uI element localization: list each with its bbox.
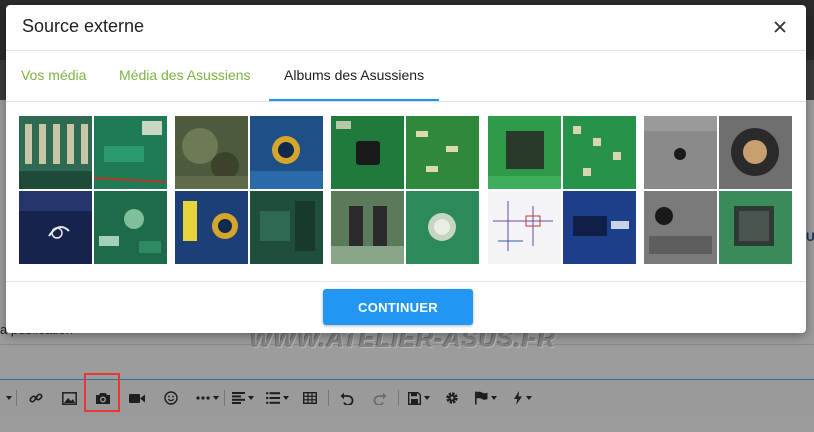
modal-footer: CONTINUER xyxy=(6,282,806,333)
background-right-text: U xyxy=(806,230,814,244)
album-tile[interactable] xyxy=(644,116,792,264)
album-thumbnail xyxy=(563,116,636,189)
flag-icon[interactable] xyxy=(470,382,500,414)
album-thumbnail xyxy=(94,191,167,264)
video-icon[interactable] xyxy=(127,382,147,414)
album-thumbnail xyxy=(94,116,167,189)
album-thumbnail xyxy=(19,191,92,264)
album-tile[interactable] xyxy=(331,116,479,264)
album-thumbnail xyxy=(250,116,323,189)
album-thumbnail xyxy=(406,191,479,264)
external-source-modal: Source externe Vos média Média des Asuss… xyxy=(6,5,806,333)
image-icon[interactable] xyxy=(59,382,79,414)
bolt-icon[interactable] xyxy=(508,382,536,414)
table-icon[interactable] xyxy=(300,382,320,414)
album-tile[interactable] xyxy=(175,116,323,264)
album-thumbnail xyxy=(563,191,636,264)
settings-icon[interactable] xyxy=(442,382,462,414)
toolbar-separator xyxy=(398,390,399,406)
smiley-icon[interactable] xyxy=(161,382,181,414)
redo-icon[interactable] xyxy=(370,382,390,414)
album-thumbnail xyxy=(19,116,92,189)
save-icon[interactable] xyxy=(405,382,433,414)
source-tabs: Vos média Média des Asussiens Albums des… xyxy=(6,51,806,102)
list-icon[interactable] xyxy=(262,382,292,414)
modal-title: Source externe xyxy=(22,16,145,36)
album-thumbnail xyxy=(175,116,248,189)
modal-header: Source externe xyxy=(6,5,806,51)
continue-button[interactable]: CONTINUER xyxy=(323,289,473,325)
camera-highlight-box xyxy=(84,373,120,412)
album-tile[interactable] xyxy=(19,116,167,264)
toolbar-cut-item[interactable] xyxy=(0,382,14,414)
album-tile[interactable] xyxy=(488,116,636,264)
album-thumbnail xyxy=(331,116,404,189)
tab-albums-asussiens[interactable]: Albums des Asussiens xyxy=(269,51,440,101)
album-thumbnail xyxy=(331,191,404,264)
tab-media-asussiens[interactable]: Média des Asussiens xyxy=(119,51,251,100)
album-thumbnail xyxy=(719,191,792,264)
align-icon[interactable] xyxy=(229,382,257,414)
album-thumbnail xyxy=(644,116,717,189)
toolbar-separator xyxy=(224,390,225,406)
more-icon[interactable] xyxy=(192,382,222,414)
album-gallery xyxy=(6,101,806,282)
close-icon[interactable] xyxy=(770,17,790,37)
album-thumbnail xyxy=(175,191,248,264)
toolbar-separator xyxy=(16,390,17,406)
album-thumbnail xyxy=(488,191,561,264)
album-thumbnail xyxy=(644,191,717,264)
toolbar-separator xyxy=(328,390,329,406)
album-thumbnail xyxy=(406,116,479,189)
link-icon[interactable] xyxy=(26,382,46,414)
album-thumbnail xyxy=(488,116,561,189)
album-thumbnail xyxy=(250,191,323,264)
tab-vos-media[interactable]: Vos média xyxy=(21,51,86,100)
undo-icon[interactable] xyxy=(337,382,357,414)
album-thumbnail xyxy=(719,116,792,189)
